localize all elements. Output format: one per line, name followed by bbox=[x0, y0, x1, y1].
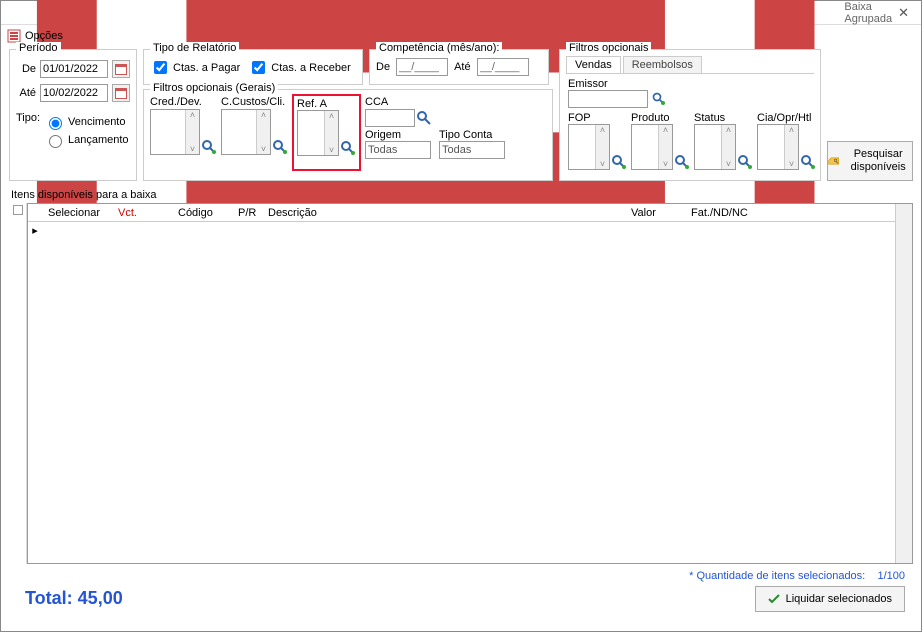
pesquisar-button[interactable]: Pesquisar disponíveis bbox=[827, 141, 913, 181]
radio-vencimento[interactable] bbox=[49, 117, 62, 130]
calendar-icon[interactable] bbox=[112, 60, 130, 78]
toggle-all-column[interactable] bbox=[9, 203, 27, 564]
comp-ate-input[interactable] bbox=[477, 58, 529, 76]
qtd-label: * Quantidade de itens selecionados: bbox=[689, 570, 865, 582]
app-window: Baixa Agrupada ✕ Opções Período De Até bbox=[0, 0, 922, 632]
ate-input[interactable] bbox=[40, 84, 108, 102]
footer-info: * Quantidade de itens selecionados: 1/10… bbox=[9, 564, 913, 584]
col-fat[interactable]: Fat./ND/NC bbox=[685, 207, 775, 219]
lookup-icon[interactable] bbox=[800, 154, 816, 170]
lookup-icon[interactable] bbox=[674, 154, 690, 170]
ctas-pagar-label: Ctas. a Pagar bbox=[173, 62, 240, 74]
lookup-icon[interactable] bbox=[201, 139, 217, 155]
check-icon bbox=[768, 593, 780, 605]
tipo-label: Tipo: bbox=[16, 112, 44, 148]
current-row-icon: ▸ bbox=[28, 223, 42, 237]
tipo-conta-label: Tipo Conta bbox=[439, 129, 505, 141]
ccustos-list[interactable]: ˄˅ bbox=[221, 109, 271, 155]
toggle-all-icon[interactable] bbox=[13, 205, 23, 215]
produto-label: Produto bbox=[631, 112, 690, 124]
lookup-icon[interactable] bbox=[611, 154, 627, 170]
chk-ctas-receber[interactable] bbox=[252, 61, 265, 74]
comp-ate-label: Até bbox=[454, 61, 471, 73]
liquidar-button[interactable]: Liquidar selecionados bbox=[755, 586, 905, 612]
col-valor[interactable]: Valor bbox=[625, 207, 685, 219]
lookup-icon[interactable] bbox=[416, 110, 432, 126]
qtd-value: 1/100 bbox=[877, 570, 905, 582]
tab-reembolsos[interactable]: Reembolsos bbox=[623, 56, 702, 73]
lookup-icon[interactable] bbox=[340, 140, 356, 156]
tipo-relatorio-legend: Tipo de Relatório bbox=[150, 42, 239, 54]
grid-scrollbar[interactable] bbox=[895, 204, 912, 563]
cia-label: Cia/Opr/Htl bbox=[757, 112, 816, 124]
cred-dev-label: Cred./Dev. bbox=[150, 96, 217, 108]
filters-upper: Período De Até Tipo: bbox=[9, 49, 913, 181]
emissor-label: Emissor bbox=[568, 78, 812, 90]
ctas-receber-label: Ctas. a Receber bbox=[271, 62, 350, 74]
emissor-input[interactable] bbox=[568, 90, 648, 108]
origem-combo[interactable] bbox=[365, 141, 431, 159]
de-label: De bbox=[16, 63, 36, 75]
competencia-group: Competência (mês/ano): De Até bbox=[369, 49, 549, 85]
comp-de-input[interactable] bbox=[396, 58, 448, 76]
filtros-opc-legend: Filtros opcionais bbox=[566, 42, 651, 54]
close-icon[interactable]: ✕ bbox=[892, 5, 915, 21]
periodo-group: Período De Até Tipo: bbox=[9, 49, 137, 181]
fop-label: FOP bbox=[568, 112, 627, 124]
calendar-icon[interactable] bbox=[112, 84, 130, 102]
grid-header: Selecionar Vct. Código P/R Descrição Val… bbox=[28, 204, 895, 222]
col-codigo[interactable]: Código bbox=[172, 207, 232, 219]
produto-list[interactable]: ˄˅ bbox=[631, 124, 673, 170]
lookup-icon[interactable] bbox=[737, 154, 753, 170]
comp-de-label: De bbox=[376, 61, 390, 73]
col-descricao[interactable]: Descrição bbox=[262, 207, 625, 219]
status-list[interactable]: ˄˅ bbox=[694, 124, 736, 170]
itens-title: Itens disponíveis para a baixa bbox=[9, 189, 913, 201]
vencimento-label: Vencimento bbox=[68, 116, 125, 128]
menu-opcoes[interactable]: Opções bbox=[25, 30, 63, 42]
cca-label: CCA bbox=[365, 96, 505, 108]
lookup-icon[interactable] bbox=[272, 139, 288, 155]
col-pr[interactable]: P/R bbox=[232, 207, 262, 219]
tipo-conta-combo[interactable] bbox=[439, 141, 505, 159]
periodo-legend: Período bbox=[16, 42, 61, 54]
search-box-icon bbox=[828, 154, 839, 168]
content-area: Período De Até Tipo: bbox=[1, 47, 921, 631]
fop-list[interactable]: ˄˅ bbox=[568, 124, 610, 170]
title-bar: Baixa Agrupada ✕ bbox=[1, 1, 921, 25]
col-vct[interactable]: Vct. bbox=[112, 207, 172, 219]
ate-label: Até bbox=[16, 87, 36, 99]
chk-ctas-pagar[interactable] bbox=[154, 61, 167, 74]
origem-label: Origem bbox=[365, 129, 431, 141]
status-label: Status bbox=[694, 112, 753, 124]
options-icon bbox=[7, 29, 21, 43]
liquidar-label: Liquidar selecionados bbox=[786, 593, 892, 605]
ref-a-list[interactable]: ˄˅ bbox=[297, 110, 339, 156]
total-display: Total: 45,00 bbox=[17, 584, 131, 613]
filtros-gerais-group: Filtros opcionais (Gerais) Cred./Dev. ˄˅… bbox=[143, 89, 553, 181]
de-input[interactable] bbox=[40, 60, 108, 78]
competencia-legend: Competência (mês/ano): bbox=[376, 42, 502, 54]
items-grid: Selecionar Vct. Código P/R Descrição Val… bbox=[27, 203, 913, 564]
filtros-gerais-legend: Filtros opcionais (Gerais) bbox=[150, 82, 278, 94]
col-selecionar[interactable]: Selecionar bbox=[42, 207, 112, 219]
ref-a-label: Ref. A bbox=[297, 98, 327, 110]
window-title: Baixa Agrupada bbox=[844, 1, 892, 25]
filtros-opcionais-group: Filtros opcionais Vendas Reembolsos Emis… bbox=[559, 49, 821, 181]
ccustos-label: C.Custos/Cli. bbox=[221, 96, 288, 108]
cca-input[interactable] bbox=[365, 109, 415, 127]
lancamento-label: Lançamento bbox=[68, 134, 129, 146]
grid-body[interactable]: ▸ bbox=[28, 222, 895, 563]
tab-vendas[interactable]: Vendas bbox=[566, 56, 621, 73]
tipo-relatorio-group: Tipo de Relatório Ctas. a Pagar Ctas. a … bbox=[143, 49, 363, 85]
cia-list[interactable]: ˄˅ bbox=[757, 124, 799, 170]
radio-lancamento[interactable] bbox=[49, 135, 62, 148]
lookup-icon[interactable] bbox=[652, 92, 666, 106]
cred-dev-list[interactable]: ˄˅ bbox=[150, 109, 200, 155]
pesquisar-label: Pesquisar disponíveis bbox=[844, 148, 912, 174]
